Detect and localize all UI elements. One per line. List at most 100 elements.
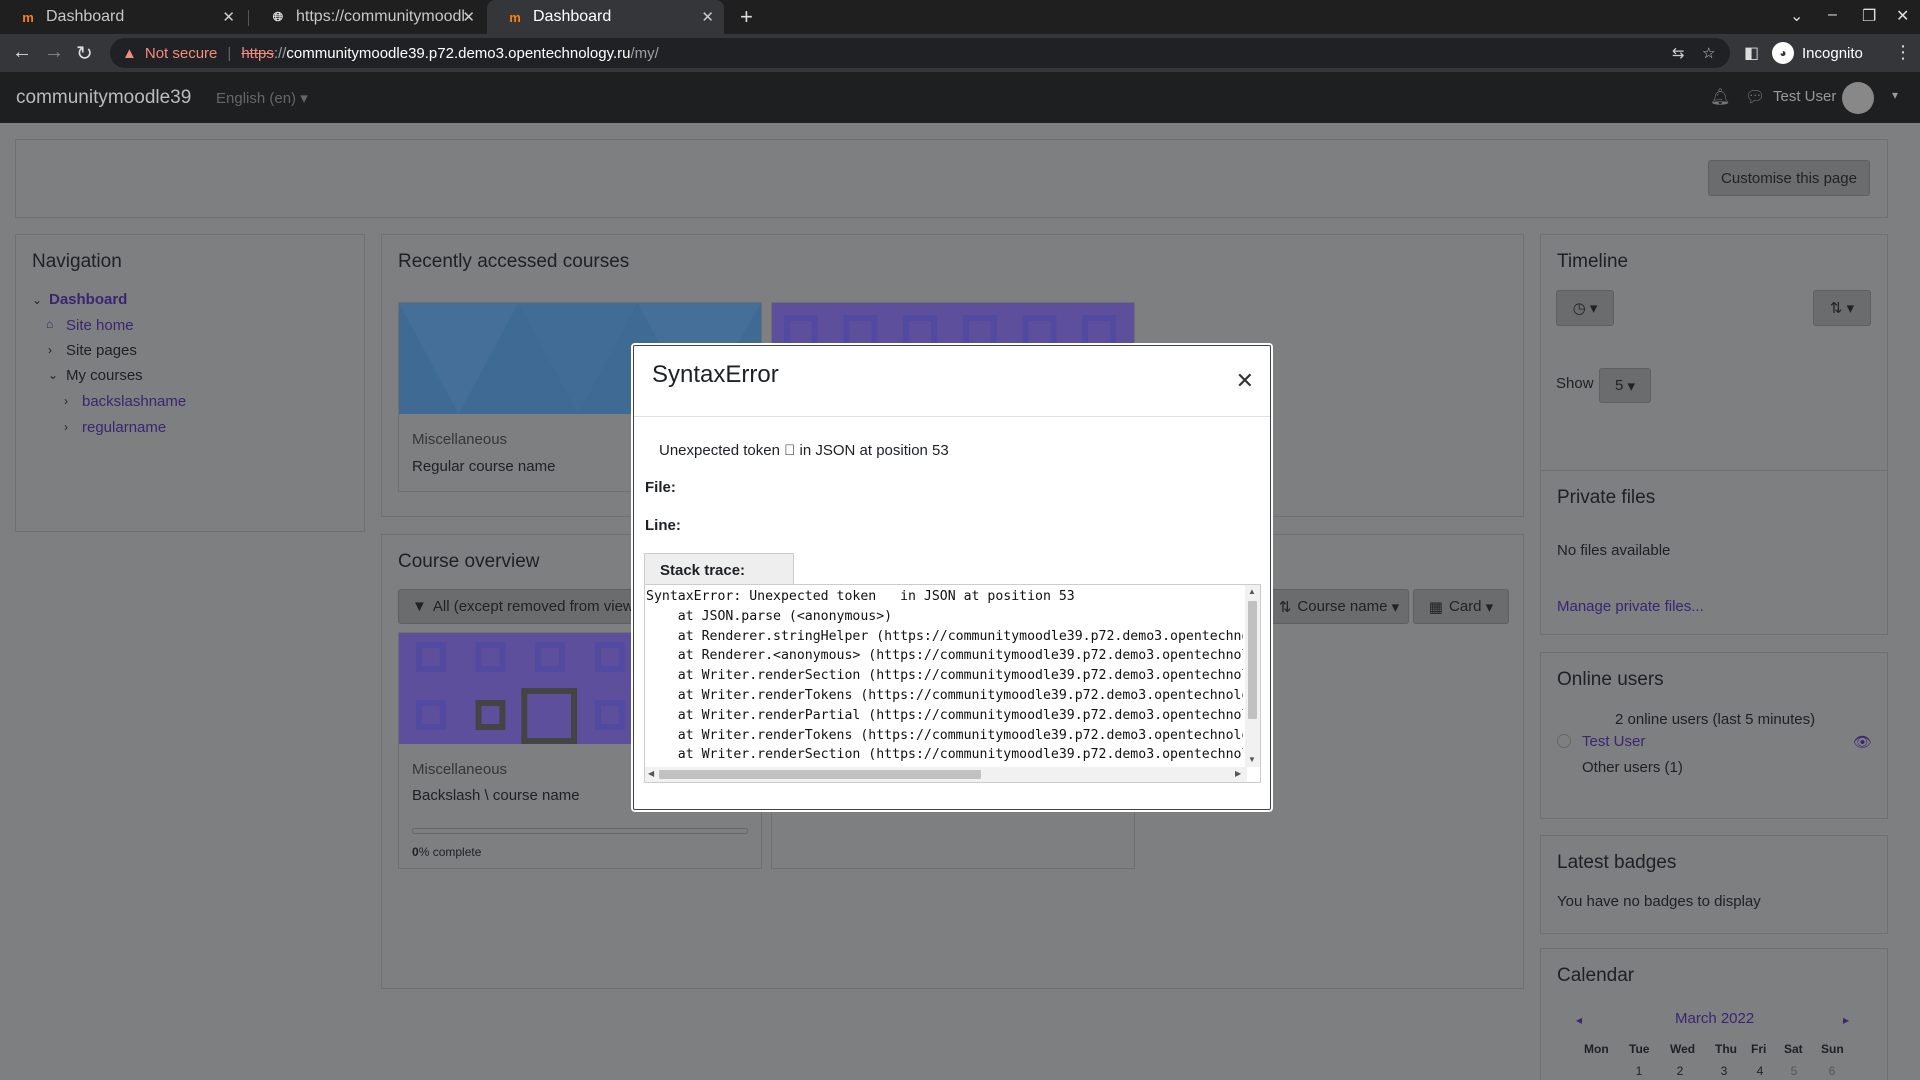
block-title: Navigation — [32, 251, 122, 272]
vertical-scrollbar[interactable]: ▲ ▼ — [1245, 585, 1260, 767]
stack-trace-line: at Writer.renderTokens (https://communit… — [646, 687, 1243, 703]
scroll-up-icon[interactable]: ▲ — [1248, 587, 1256, 596]
course-name[interactable]: Backslash \ course name — [412, 787, 580, 804]
browser-menu-icon[interactable]: ⋮ — [1894, 42, 1912, 63]
view-dropdown[interactable]: ▦ Card ▾ — [1413, 589, 1509, 624]
side-panel-icon[interactable]: ◧ — [1744, 43, 1759, 63]
url-scheme: https — [241, 44, 274, 62]
scroll-right-icon[interactable]: ▶ — [1235, 769, 1241, 778]
scroll-thumb[interactable] — [659, 770, 981, 779]
bookmark-star-icon[interactable]: ☆ — [1702, 38, 1715, 68]
error-modal: SyntaxError ✕ Unexpected token   in JSON… — [633, 345, 1271, 810]
course-name[interactable]: Regular course name — [412, 458, 555, 475]
language-menu[interactable]: English (en) ▾ — [216, 89, 308, 107]
stack-trace-tab[interactable]: Stack trace: — [644, 553, 794, 585]
customise-page-button[interactable]: Customise this page — [1708, 160, 1870, 196]
reload-icon[interactable]: ↻ — [76, 41, 93, 66]
translate-icon[interactable]: ⇆ — [1672, 38, 1685, 68]
site-name[interactable]: communitymoodle39 — [16, 87, 191, 109]
close-icon[interactable]: ✕ — [1236, 368, 1254, 394]
incognito-profile[interactable]: ◕ Incognito — [1772, 42, 1863, 64]
chevron-down-icon[interactable]: ⌄ — [32, 293, 42, 307]
browser-tab-2[interactable]: 🌐︎ https://communitymoodl ✕ — [250, 0, 485, 34]
progress-value: 0 — [412, 845, 419, 859]
chevron-down-icon[interactable]: ▾ — [1892, 88, 1898, 102]
weekday-header: Thu — [1715, 1042, 1737, 1056]
grid-icon: ▦ — [1428, 598, 1443, 616]
avatar[interactable] — [1842, 82, 1874, 114]
weekday-header: Sat — [1784, 1042, 1803, 1056]
previous-month-icon[interactable]: ◂ — [1576, 1013, 1582, 1027]
scroll-down-icon[interactable]: ▼ — [1248, 755, 1256, 764]
stack-trace-text: SyntaxError: Unexpected token in JSON at… — [646, 587, 1243, 765]
close-icon[interactable]: ✕ — [462, 8, 475, 26]
moodle-icon: m — [22, 9, 34, 25]
back-icon[interactable]: ← — [12, 41, 32, 64]
tab-search-icon[interactable]: ⌄ — [1790, 6, 1803, 26]
calendar-day[interactable]: 4 — [1745, 1064, 1775, 1078]
calendar-month[interactable]: March 2022 — [1675, 1010, 1754, 1027]
timeline-date-filter[interactable]: ◷ ▾ — [1556, 290, 1614, 326]
calendar-day[interactable]: 3 — [1709, 1064, 1739, 1078]
show-count-select[interactable]: 5 ▾ — [1599, 368, 1651, 403]
nav-site-pages[interactable]: Site pages — [66, 342, 137, 359]
nav-course-backslashname[interactable]: backslashname — [82, 393, 186, 410]
nav-dashboard[interactable]: Dashboard — [49, 291, 127, 308]
timeline-sort[interactable]: ⇅ ▾ — [1813, 290, 1871, 326]
progress-bar — [412, 828, 748, 834]
chevron-right-icon[interactable]: › — [64, 394, 68, 408]
calendar-day[interactable]: 1 — [1624, 1064, 1654, 1078]
private-files-block: Private files No files available Manage … — [1540, 470, 1888, 635]
next-month-icon[interactable]: ▸ — [1843, 1013, 1849, 1027]
browser-tab-3-active[interactable]: m Dashboard ✕ — [487, 0, 724, 34]
window-close-icon[interactable]: ✕ — [1896, 6, 1909, 26]
chevron-down-icon[interactable]: ⌄ — [48, 368, 58, 382]
filter-label: All (except removed from view — [432, 598, 634, 615]
page-header-block: Customise this page — [15, 139, 1888, 218]
filter-dropdown[interactable]: ▼ All (except removed from view — [398, 589, 658, 624]
close-icon[interactable]: ✕ — [222, 8, 235, 26]
nav-course-regularname[interactable]: regularname — [82, 419, 166, 436]
other-users-text: Other users (1) — [1582, 759, 1683, 776]
home-icon: ⌂ — [46, 317, 54, 331]
sort-icon: ⇅ — [1829, 300, 1843, 317]
sort-icon: ⇅ — [1278, 598, 1292, 616]
messages-icon[interactable]: 💬︎ — [1745, 87, 1765, 107]
chevron-right-icon[interactable]: › — [48, 343, 52, 357]
stack-trace-line: SyntaxError: Unexpected token in JSON at… — [646, 589, 1075, 604]
moodle-navbar: communitymoodle39 English (en) ▾ 🔔︎ 💬︎ T… — [0, 72, 1920, 123]
new-tab-button[interactable]: + — [740, 4, 753, 30]
eye-icon[interactable]: 👁︎ — [1853, 733, 1872, 751]
scroll-thumb[interactable] — [1248, 601, 1257, 719]
horizontal-scrollbar[interactable]: ◀ ▶ — [645, 767, 1247, 782]
manage-private-files-link[interactable]: Manage private files... — [1557, 598, 1704, 615]
calendar-day[interactable]: 5 — [1779, 1064, 1809, 1078]
sort-dropdown[interactable]: ⇅ Course name ▾ — [1269, 589, 1409, 624]
incognito-icon: ◕ — [1772, 42, 1794, 64]
user-avatar-icon — [1557, 734, 1571, 748]
nav-site-home[interactable]: Site home — [66, 317, 134, 334]
url-path: /my/ — [630, 44, 659, 62]
block-title: Recently accessed courses — [398, 251, 630, 272]
close-icon[interactable]: ✕ — [701, 8, 714, 26]
nav-my-courses[interactable]: My courses — [66, 367, 143, 384]
calendar-day[interactable]: 6 — [1817, 1064, 1847, 1078]
weekday-header: Sun — [1821, 1042, 1844, 1056]
notification-bell-icon[interactable]: 🔔︎ — [1710, 87, 1730, 107]
online-user-link[interactable]: Test User — [1582, 733, 1645, 750]
calendar-day[interactable]: 2 — [1665, 1064, 1695, 1078]
chevron-right-icon[interactable]: › — [64, 420, 68, 434]
address-bar[interactable]: ▲ Not secure | https://communitymoodle39… — [110, 38, 1730, 68]
stack-trace-line: at Renderer.stringHelper (https://commun… — [646, 628, 1243, 644]
minimize-icon[interactable]: – — [1828, 6, 1837, 24]
browser-toolbar: ← → ↻ ▲ Not secure | https://communitymo… — [0, 34, 1920, 72]
forward-icon[interactable]: → — [44, 41, 64, 64]
moodle-icon: m — [509, 9, 521, 25]
browser-tab-1[interactable]: m Dashboard ✕ — [0, 0, 245, 34]
user-name[interactable]: Test User — [1773, 88, 1836, 105]
scroll-left-icon[interactable]: ◀ — [648, 769, 654, 778]
show-label: Show — [1556, 375, 1594, 392]
stack-trace-box[interactable]: SyntaxError: Unexpected token in JSON at… — [644, 584, 1261, 783]
block-title: Course overview — [398, 551, 540, 572]
maximize-icon[interactable]: ❐ — [1862, 6, 1876, 26]
